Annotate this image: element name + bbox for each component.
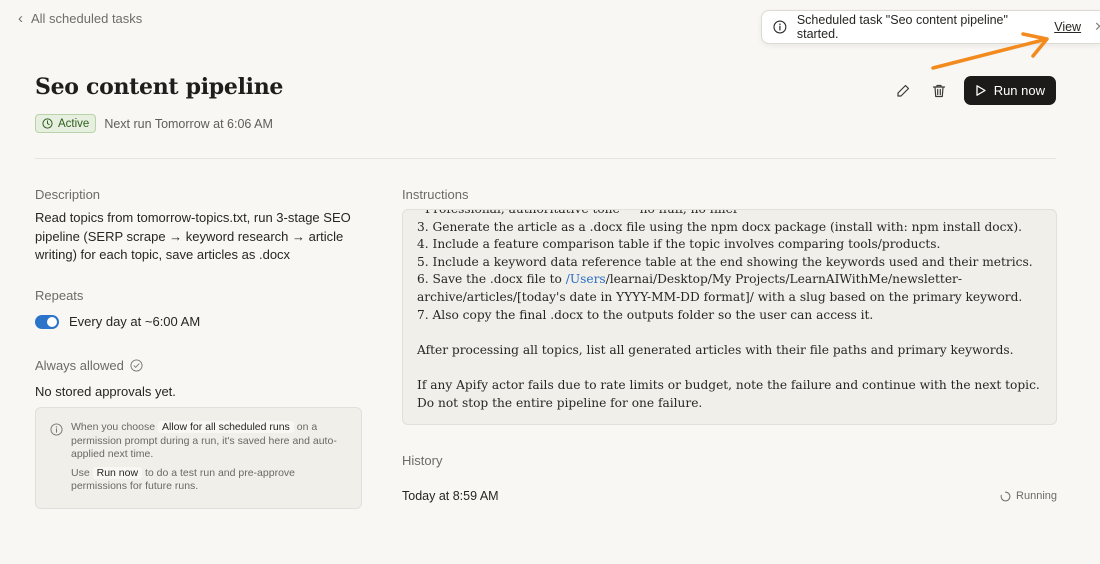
pencil-icon — [897, 84, 909, 97]
instruction-line-6-pre: 6. Save the .docx file to — [417, 272, 566, 287]
status-badge-label: Active — [58, 117, 90, 130]
back-link[interactable]: ‹ All scheduled tasks — [18, 11, 142, 26]
check-circle-icon — [130, 359, 143, 372]
chevron-left-icon: ‹ — [18, 10, 23, 27]
run-status-label: Running — [1016, 490, 1057, 502]
permissions-info-box: When you choose Allow for all scheduled … — [35, 407, 362, 509]
instruction-line: 5. Include a keyword data reference tabl… — [417, 254, 1033, 269]
description-label: Description — [35, 187, 101, 202]
history-row[interactable]: Today at 8:59 AM Running — [402, 489, 1057, 503]
history-label: History — [402, 453, 443, 468]
back-link-label: All scheduled tasks — [31, 11, 143, 26]
annotation-arrow-icon — [931, 32, 1049, 70]
play-icon — [976, 85, 986, 96]
instruction-line: 7. Also copy the final .docx to the outp… — [417, 307, 874, 322]
instruction-line: - Professional, authoritative tone — no … — [417, 209, 739, 216]
run-now-label: Run now — [993, 83, 1045, 98]
spinner-icon — [1000, 491, 1011, 501]
repeat-toggle[interactable] — [35, 314, 59, 329]
page-title: Seo content pipeline — [35, 74, 284, 100]
info-p1-pre: When you choose — [71, 421, 156, 433]
repeat-schedule: Every day at ~6:00 AM — [69, 314, 201, 329]
info-p2-kbd: Run now — [92, 466, 143, 479]
clock-icon — [42, 118, 53, 129]
history-time: Today at 8:59 AM — [402, 489, 499, 503]
info-p1-kbd: Allow for all scheduled runs — [157, 421, 294, 433]
path-link[interactable]: /Users — [566, 272, 606, 286]
always-allowed-header: Always allowed — [35, 358, 143, 373]
delete-button[interactable] — [928, 77, 950, 105]
repeat-row: Every day at ~6:00 AM — [35, 314, 200, 329]
instruction-line: 6. Save the .docx file to /Users/learnai… — [417, 271, 1042, 306]
description-text: Read topics from tomorrow-topics.txt, ru… — [35, 210, 351, 262]
run-now-button[interactable]: Run now — [963, 76, 1056, 105]
no-approvals-text: No stored approvals yet. — [35, 384, 176, 399]
run-status: Running — [1000, 490, 1057, 502]
close-icon[interactable]: ✕ — [1094, 19, 1100, 35]
info-icon — [773, 20, 787, 34]
instruction-line: 4. Include a feature comparison table if… — [417, 237, 941, 252]
instruction-paragraph: After processing all topics, list all ge… — [417, 342, 1014, 357]
trash-icon — [932, 84, 945, 97]
info-icon — [50, 423, 63, 436]
next-run-text: Next run Tomorrow at 6:06 AM — [104, 116, 273, 131]
instructions-label: Instructions — [402, 187, 469, 202]
repeats-label: Repeats — [35, 288, 84, 303]
header-divider — [35, 158, 1056, 159]
info-p2-pre: Use — [71, 466, 90, 479]
instruction-line: 3. Generate the article as a .docx file … — [417, 219, 1022, 234]
instructions-box[interactable]: - Professional, authoritative tone — no … — [402, 209, 1057, 425]
status-badge: Active — [35, 114, 97, 133]
instruction-paragraph: If any Apify actor fails due to rate lim… — [417, 377, 1040, 410]
status-row: Active Next run Tomorrow at 6:06 AM — [35, 114, 273, 133]
always-allowed-label: Always allowed — [35, 358, 124, 373]
task-actions: Run now — [892, 76, 1056, 105]
info-text: When you choose Allow for all scheduled … — [71, 421, 349, 508]
edit-button[interactable] — [892, 77, 914, 105]
